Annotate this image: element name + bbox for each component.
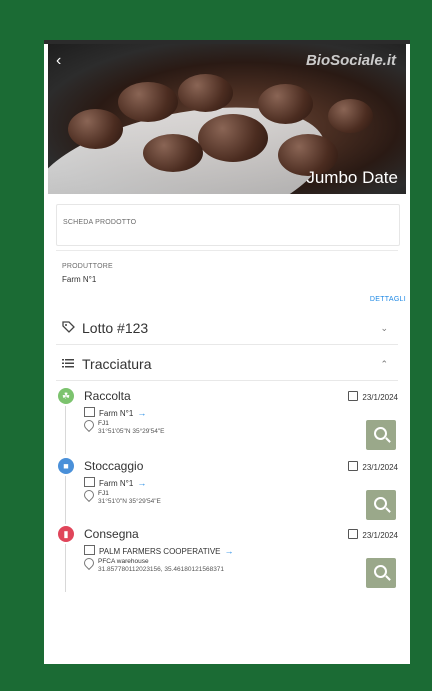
tag-icon — [62, 321, 76, 335]
step-place: PFCA warehouse — [98, 558, 149, 565]
harvest-icon: ☘ — [58, 388, 74, 404]
date-fruit-shape — [143, 134, 203, 172]
step-date-text: 23/1/2024 — [362, 463, 398, 472]
step-farm: Farm N°1 → — [84, 407, 146, 418]
trace-step-consegna: ▮ Consegna 23/1/2024 PALM FARMERS COOPER… — [56, 526, 398, 592]
tracciatura-header[interactable]: Tracciatura ⌃ — [56, 350, 398, 381]
scheda-label: SCHEDA PRODOTTO — [63, 219, 137, 226]
timeline-line — [65, 544, 66, 592]
building-icon — [84, 407, 95, 417]
chevron-left-icon[interactable]: ‹ — [56, 52, 74, 70]
step-name: Consegna — [84, 527, 139, 541]
search-icon — [374, 427, 387, 440]
step-farm-text: Farm N°1 — [99, 409, 134, 418]
product-title: Jumbo Date — [306, 168, 398, 187]
date-fruit-shape — [178, 74, 233, 112]
dettagli-link[interactable]: DETTAGLI — [370, 296, 406, 303]
trace-step-stoccaggio: ■ Stoccaggio 23/1/2024 Farm N°1 → FJ1 31°5… — [56, 458, 398, 524]
brand-watermark: BioSociale.it — [305, 52, 396, 69]
scheda-prodotto-box: SCHEDA PRODOTTO — [56, 204, 400, 246]
timeline-line — [65, 476, 66, 524]
step-date: 23/1/2024 — [348, 391, 398, 402]
calendar-icon — [348, 391, 359, 401]
date-fruit-shape — [328, 99, 373, 133]
step-farm-text: Farm N°1 — [99, 479, 134, 488]
date-fruit-shape — [68, 109, 123, 149]
step-date: 23/1/2024 — [348, 529, 398, 540]
map-search-button[interactable] — [366, 558, 396, 588]
step-farm-text: PALM FARMERS COOPERATIVE — [99, 547, 221, 556]
step-coords: 31°51'05"N 35°29'54"E — [98, 428, 165, 435]
map-search-button[interactable] — [366, 420, 396, 450]
trace-step-raccolta: ☘ Raccolta 23/1/2024 Farm N°1 → FJ1 31°51'… — [56, 388, 398, 454]
search-icon — [374, 565, 387, 578]
date-fruit-shape — [258, 84, 313, 124]
map-pin-icon — [81, 417, 97, 433]
arrow-right-icon[interactable]: → — [137, 408, 146, 418]
step-date-text: 23/1/2024 — [362, 393, 398, 402]
hero-image: ‹ BioSociale.it Jumbo Date — [48, 44, 406, 194]
product-card: ‹ BioSociale.it Jumbo Date SCHEDA PRODOT… — [44, 40, 410, 664]
step-date: 23/1/2024 — [348, 461, 398, 472]
map-pin-icon — [81, 487, 97, 503]
building-icon — [84, 545, 95, 555]
list-icon — [62, 357, 76, 371]
date-fruit-shape — [118, 82, 178, 122]
step-coords: 31°51'0"N 35°29'54"E — [98, 498, 161, 505]
step-date-text: 23/1/2024 — [362, 531, 398, 540]
calendar-icon — [348, 529, 359, 539]
timeline-line — [65, 406, 66, 454]
tracciatura-title: Tracciatura — [82, 356, 152, 372]
step-name: Stoccaggio — [84, 459, 144, 473]
date-fruit-shape — [198, 114, 268, 162]
arrow-right-icon[interactable]: → — [225, 546, 234, 556]
step-place: FJ1 — [98, 490, 109, 497]
warehouse-icon: ■ — [58, 458, 74, 474]
arrow-right-icon[interactable]: → — [137, 478, 146, 488]
calendar-icon — [348, 461, 359, 471]
step-place: FJ1 — [98, 420, 109, 427]
building-icon — [84, 477, 95, 487]
search-icon — [374, 497, 387, 510]
step-farm: PALM FARMERS COOPERATIVE → — [84, 545, 234, 556]
produttore-label: PRODUTTORE — [62, 263, 113, 270]
map-search-button[interactable] — [366, 490, 396, 520]
chevron-up-icon[interactable]: ⌃ — [380, 359, 388, 370]
chevron-down-icon[interactable]: ⌄ — [380, 323, 388, 334]
produttore-value: Farm N°1 — [62, 275, 97, 284]
truck-icon: ▮ — [58, 526, 74, 542]
produttore-box: PRODUTTORE Farm N°1 — [56, 250, 398, 299]
step-name: Raccolta — [84, 389, 131, 403]
map-pin-icon — [81, 555, 97, 571]
lotto-title: Lotto #123 — [82, 320, 149, 336]
step-farm: Farm N°1 → — [84, 477, 146, 488]
lotto-header[interactable]: Lotto #123 ⌄ — [56, 314, 398, 345]
step-coords: 31.857780112023156, 35.46180121568371 — [98, 566, 225, 573]
